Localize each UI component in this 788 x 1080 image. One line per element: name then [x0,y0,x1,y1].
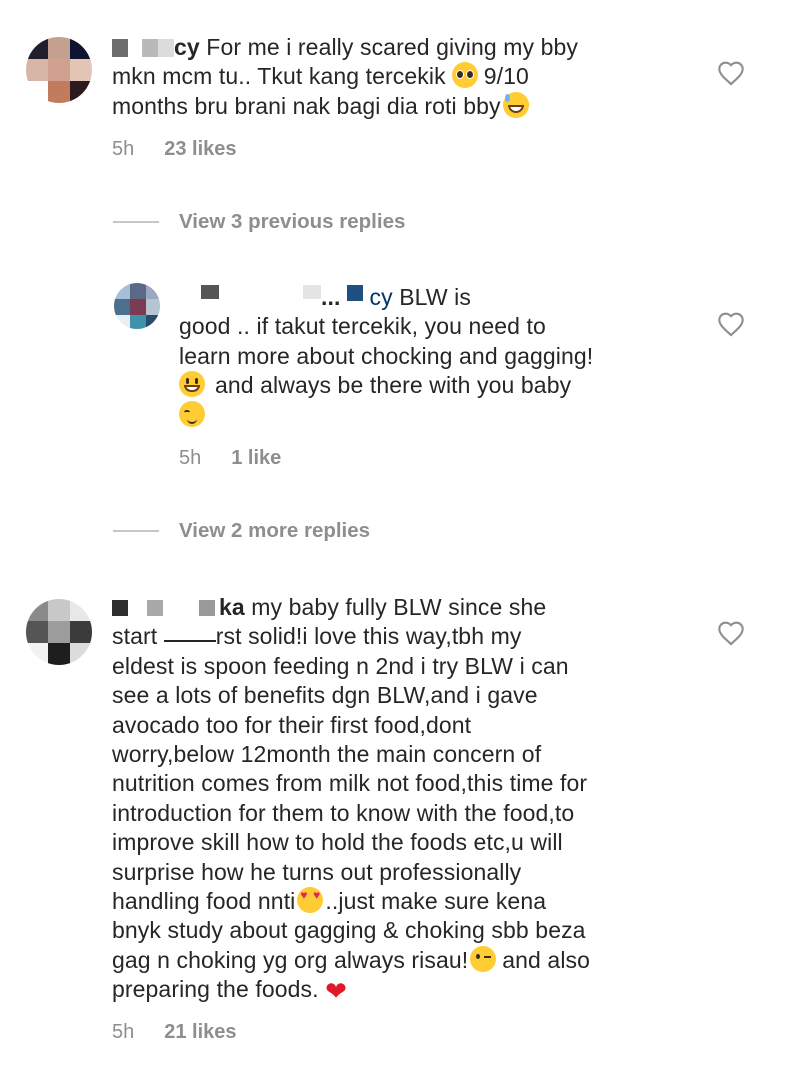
redacted-block [199,600,215,616]
comment-likes[interactable]: 23 likes [164,138,236,160]
heart-eyes-emoji [297,887,324,914]
redacted-block [112,39,128,57]
comment-time: 5h [112,1021,135,1043]
heart-outline-icon[interactable] [717,60,745,86]
redacted-block [142,39,158,57]
comment-username[interactable]: ka [112,594,245,620]
comment-username[interactable]: cy [112,34,200,60]
smiley-emoji [179,371,205,398]
reply-mention[interactable]: cy [346,284,393,310]
reply-text: ... cy BLW is good .. if takut tercekik,… [179,283,679,430]
view-previous-replies[interactable]: View 3 previous replies [113,210,405,234]
avatar[interactable] [26,599,92,665]
grinning-sweat-emoji [502,91,529,118]
avatar[interactable] [26,37,92,103]
redacted-block [346,285,363,301]
redacted-block [158,39,174,57]
comment-likes[interactable]: 21 likes [164,1021,236,1043]
view-more-replies[interactable]: View 2 more replies [113,519,370,543]
reply-meta: 5h 1 like [179,447,281,470]
redacted-block [303,285,321,299]
comment-time: 5h [112,138,135,160]
redacted-block [147,600,163,616]
comment-meta: 5h 23 likes [112,138,237,161]
relieved-face-emoji [179,400,205,427]
reply-likes[interactable]: 1 like [231,447,281,469]
red-heart-emoji: ❤ [325,976,347,1007]
divider-line [113,221,159,223]
heart-outline-icon[interactable] [717,311,745,337]
comment-meta: 5h 21 likes [112,1021,237,1044]
redacted-block [201,285,219,299]
reply-time: 5h [179,447,202,469]
divider-line [113,530,159,532]
comment-text: ka my baby fully BLW since she start rst… [112,593,712,1005]
obscured-text [163,628,216,643]
redacted-block [112,600,128,616]
heart-outline-icon[interactable] [717,620,745,646]
reply-username[interactable]: ... [179,284,347,310]
pleading-face-emoji [451,62,478,89]
reply-avatar[interactable] [114,283,160,329]
comment-text: cy For me i really scared giving my bby … [112,34,579,119]
winking-face-emoji [470,945,497,972]
